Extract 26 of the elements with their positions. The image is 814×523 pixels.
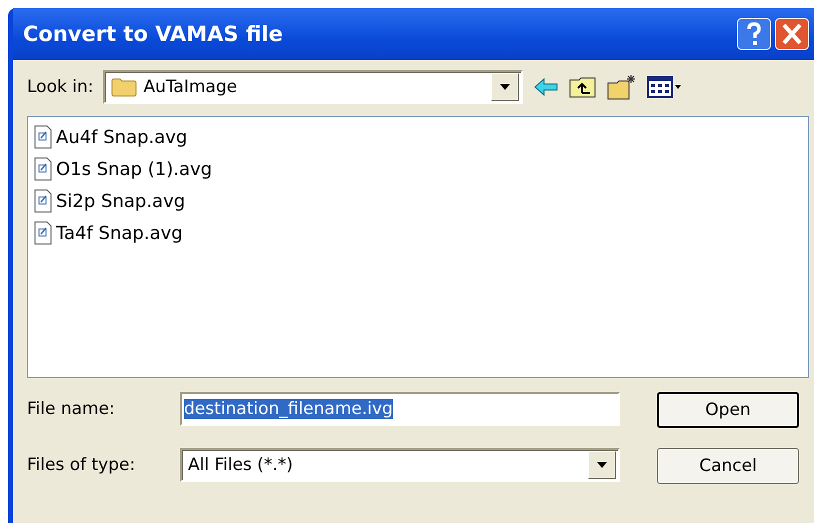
file-item[interactable]: Ta4f Snap.avg — [34, 217, 802, 249]
back-arrow-icon[interactable] — [533, 77, 560, 97]
new-folder-icon[interactable] — [607, 74, 638, 100]
file-item[interactable]: O1s Snap (1).avg — [34, 153, 802, 185]
file-name-field[interactable]: destination_filename.ivg — [180, 392, 620, 426]
up-folder-icon[interactable] — [569, 75, 598, 99]
file-item[interactable]: Au4f Snap.avg — [34, 121, 802, 153]
folder-icon — [111, 77, 138, 97]
file-item[interactable]: Si2p Snap.avg — [34, 185, 802, 217]
files-of-type-dropdown[interactable]: All Files (*.*) — [180, 448, 620, 482]
document-icon — [34, 189, 52, 213]
files-of-type-value: All Files (*.*) — [188, 455, 294, 475]
document-icon — [34, 221, 52, 245]
look-in-value: AuTaImage — [143, 77, 238, 97]
document-icon — [34, 125, 52, 149]
look-in-dropdown[interactable]: AuTaImage — [103, 70, 524, 104]
close-icon[interactable] — [775, 18, 809, 50]
look-in-label: Look in: — [27, 77, 94, 97]
file-name-label: File name: — [27, 399, 116, 419]
files-of-type-label: Files of type: — [27, 455, 136, 475]
help-icon[interactable] — [737, 18, 771, 50]
view-menu-icon[interactable] — [647, 76, 684, 98]
document-icon — [34, 157, 52, 181]
open-button[interactable]: Open — [657, 392, 799, 428]
cancel-button[interactable]: Cancel — [657, 448, 799, 484]
window-title: Convert to VAMAS file — [23, 22, 283, 46]
